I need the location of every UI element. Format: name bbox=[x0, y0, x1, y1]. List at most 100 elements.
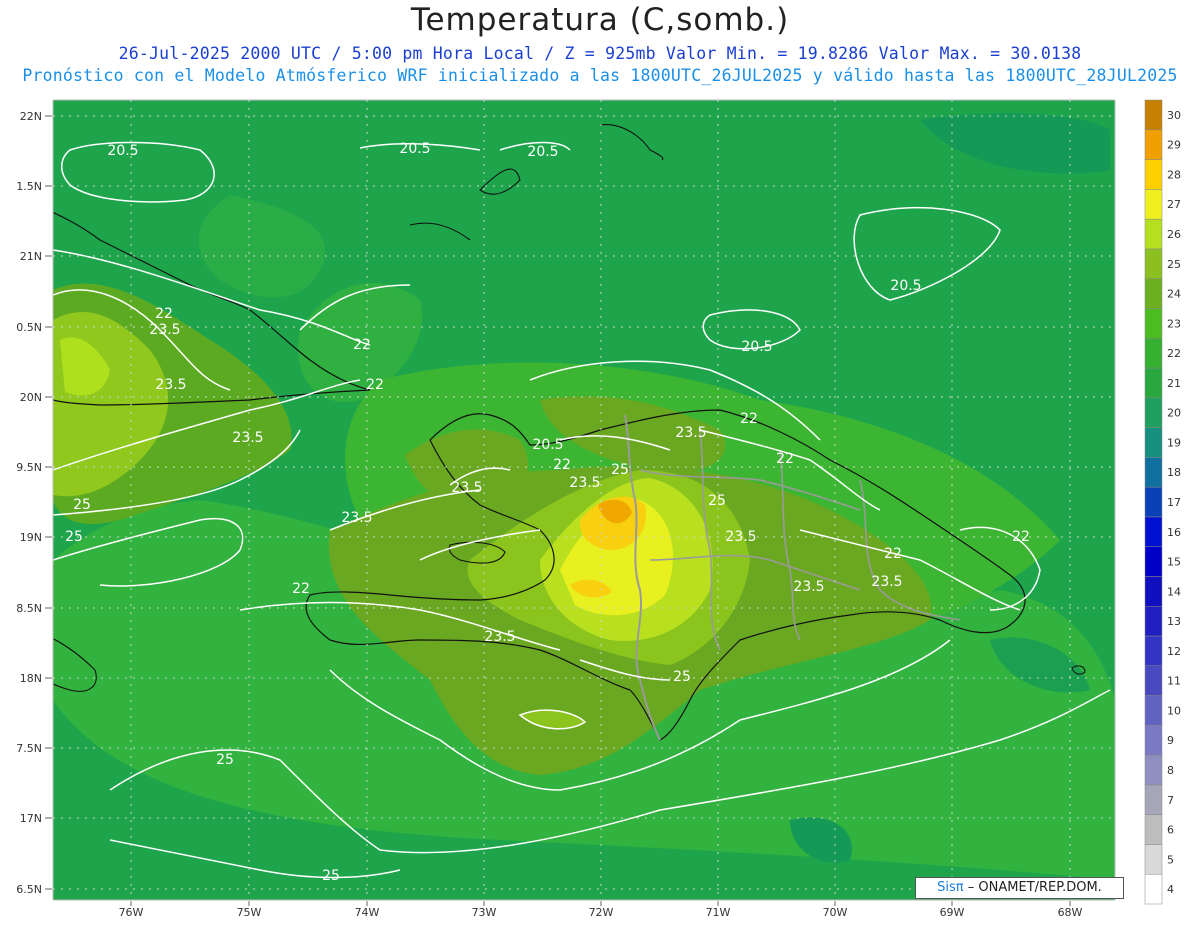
colorbar-swatch bbox=[1144, 605, 1163, 637]
contour-label: 22 bbox=[553, 457, 571, 473]
colorbar: 4 5 6 7 8 9 10 11 12 13 14 15 16 17 18 19 20 21 22 23 24 25 26… bbox=[1144, 99, 1181, 905]
lon-tick-label: 73W bbox=[472, 906, 497, 919]
lon-tick-label: 76W bbox=[119, 906, 144, 919]
colorbar-swatch bbox=[1144, 784, 1163, 815]
colorbar-swatch bbox=[1144, 576, 1163, 607]
colorbar-label: 10 bbox=[1167, 704, 1181, 717]
colorbar-swatch bbox=[1144, 189, 1163, 220]
lon-tick-label: 68W bbox=[1058, 906, 1083, 919]
colorbar-swatch bbox=[1144, 814, 1163, 845]
colorbar-label: 8 bbox=[1167, 764, 1174, 777]
colorbar-swatch bbox=[1144, 308, 1163, 339]
contour-label: 23.5 bbox=[871, 574, 902, 590]
lon-tick-label: 75W bbox=[237, 906, 262, 919]
colorbar-swatch bbox=[1144, 337, 1163, 369]
colorbar-swatch bbox=[1144, 546, 1163, 577]
contour-label: 22 bbox=[1012, 529, 1030, 545]
colorbar-swatch bbox=[1144, 218, 1163, 250]
colorbar-label: 18 bbox=[1167, 466, 1181, 479]
colorbar-label: 30 bbox=[1167, 109, 1181, 122]
contour-label: 23.5 bbox=[451, 480, 482, 496]
colorbar-swatch bbox=[1144, 367, 1163, 399]
contour-label: 23.5 bbox=[484, 629, 515, 645]
contour-label: 22 bbox=[884, 546, 902, 562]
credit-brand: Sisπ bbox=[937, 880, 964, 895]
lat-tick-label: 1.5N bbox=[16, 180, 42, 193]
colorbar-label: 19 bbox=[1167, 436, 1181, 449]
contour-label: 23.5 bbox=[793, 579, 824, 595]
colorbar-label: 20 bbox=[1167, 407, 1181, 420]
colorbar-label: 28 bbox=[1167, 168, 1181, 181]
lat-tick-label: 8.5N bbox=[16, 602, 42, 615]
contour-label: 23.5 bbox=[232, 430, 263, 446]
contour-label: 20.5 bbox=[399, 141, 430, 157]
colorbar-label: 17 bbox=[1167, 496, 1181, 509]
lat-tick-label: 9.5N bbox=[16, 461, 42, 474]
contour-label: 22 bbox=[740, 411, 758, 427]
lat-tick-label: 17N bbox=[20, 812, 42, 825]
lat-tick-label: 0.5N bbox=[16, 321, 42, 334]
lat-tick-label: 19N bbox=[20, 531, 42, 544]
colorbar-swatch bbox=[1144, 635, 1163, 667]
colorbar-label: 23 bbox=[1167, 317, 1181, 330]
contour-label: 20.5 bbox=[107, 143, 138, 159]
colorbar-swatch bbox=[1144, 754, 1163, 786]
contour-label: 23.5 bbox=[569, 475, 600, 491]
lon-tick-label: 74W bbox=[355, 906, 380, 919]
colorbar-swatch bbox=[1144, 159, 1163, 190]
contour-label: 25 bbox=[216, 752, 234, 768]
lon-tick-label: 71W bbox=[706, 906, 731, 919]
temperature-map: 20.5 20.5 20.5 20.5 20.5 20.5 22 22 22 22 22 22 22 22… bbox=[16, 99, 1181, 919]
colorbar-label: 9 bbox=[1167, 734, 1174, 747]
colorbar-swatch bbox=[1144, 873, 1163, 905]
colorbar-label: 16 bbox=[1167, 526, 1181, 539]
colorbar-label: 14 bbox=[1167, 585, 1181, 598]
colorbar-label: 5 bbox=[1167, 853, 1174, 866]
contour-label: 23.5 bbox=[341, 510, 372, 526]
credit-box: Sisπ – ONAMET/REP.DOM. bbox=[915, 877, 1124, 899]
contour-label: 22 bbox=[353, 337, 371, 353]
colorbar-swatch bbox=[1144, 427, 1163, 458]
lat-tick-label: 18N bbox=[20, 672, 42, 685]
shaded-field: 20.5 20.5 20.5 20.5 20.5 20.5 22 22 22 22 22 22 22 22… bbox=[53, 100, 1115, 900]
colorbar-swatch bbox=[1144, 516, 1163, 547]
contour-label: 22 bbox=[292, 581, 310, 597]
colorbar-label: 29 bbox=[1167, 139, 1181, 152]
contour-label: 25 bbox=[673, 669, 691, 685]
colorbar-label: 22 bbox=[1167, 347, 1181, 360]
latitude-axis: 22N 1.5N 21N 0.5N 20N 9.5N 19N 8.5N 18N 7.5N 17N 6.… bbox=[16, 110, 52, 896]
colorbar-swatch bbox=[1144, 695, 1163, 726]
contour-label: 20.5 bbox=[741, 339, 772, 355]
lat-tick-label: 20N bbox=[20, 391, 42, 404]
colorbar-label: 6 bbox=[1167, 824, 1174, 837]
contour-label: 23.5 bbox=[725, 529, 756, 545]
colorbar-swatch bbox=[1144, 457, 1163, 488]
contour-label: 23.5 bbox=[675, 425, 706, 441]
contour-label: 23.5 bbox=[149, 322, 180, 338]
colorbar-swatch bbox=[1144, 725, 1163, 756]
contour-label: 25 bbox=[65, 529, 83, 545]
colorbar-label: 24 bbox=[1167, 288, 1181, 301]
colorbar-swatch bbox=[1144, 248, 1163, 279]
contour-label: 20.5 bbox=[532, 437, 563, 453]
lat-tick-label: 7.5N bbox=[16, 742, 42, 755]
lat-tick-label: 6.5N bbox=[16, 883, 42, 896]
contour-label: 20.5 bbox=[527, 144, 558, 160]
colorbar-label: 11 bbox=[1167, 675, 1181, 688]
colorbar-label: 26 bbox=[1167, 228, 1181, 241]
contour-label: 22 bbox=[155, 306, 173, 322]
contour-label: 25 bbox=[708, 493, 726, 509]
contour-label: 22 bbox=[776, 451, 794, 467]
colorbar-label: 25 bbox=[1167, 258, 1181, 271]
colorbar-label: 13 bbox=[1167, 615, 1181, 628]
longitude-axis: 76W 75W 74W 73W 72W 71W 70W 69W 68W bbox=[119, 901, 1083, 919]
colorbar-label: 7 bbox=[1167, 794, 1174, 807]
colorbar-swatch bbox=[1144, 844, 1163, 875]
credit-text: – ONAMET/REP.DOM. bbox=[967, 880, 1102, 895]
lat-tick-label: 21N bbox=[20, 250, 42, 263]
contour-label: 22 bbox=[366, 377, 384, 393]
colorbar-label: 27 bbox=[1167, 198, 1181, 211]
lat-tick-label: 22N bbox=[20, 110, 42, 123]
lon-tick-label: 69W bbox=[940, 906, 965, 919]
colorbar-label: 15 bbox=[1167, 556, 1181, 569]
